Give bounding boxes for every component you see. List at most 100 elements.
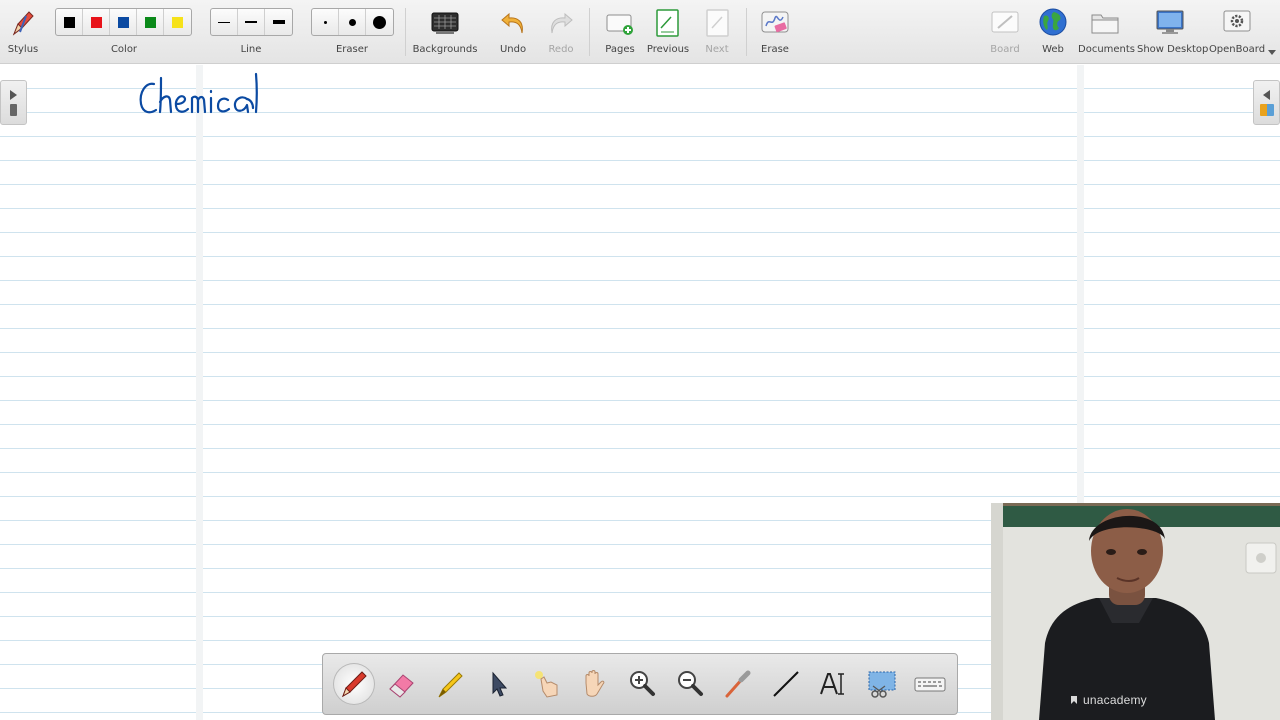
folder-icon [1091,14,1119,34]
board-margin-line [196,65,203,720]
erase-board-icon [761,11,789,33]
shirt-logo-text: unacademy [1083,693,1147,707]
previous-label: Previous [646,44,690,55]
capture-tool-button[interactable] [861,663,903,705]
next-page-icon [706,9,729,37]
keyboard-tool-button[interactable] [909,663,951,705]
board-label: Board [990,44,1020,55]
board-button[interactable]: Board [984,0,1026,64]
presenter-video-feed [991,503,1280,720]
pen-icon [342,671,367,698]
previous-button[interactable]: Previous [646,0,690,64]
page-thumbnails-icon [10,103,17,116]
line-group: Line [209,0,293,64]
openboard-menu-button[interactable]: OpenBoard [1208,0,1266,64]
library-icon [1259,103,1274,116]
color-yellow-button[interactable] [164,9,191,35]
undo-arrow-icon [501,12,523,34]
previous-page-icon [656,9,679,37]
line-icon [773,671,799,697]
chevron-down-icon[interactable] [1268,50,1276,55]
redo-button[interactable]: Redo [540,0,582,64]
stylus-label: Stylus [7,44,39,55]
monitor-icon [1156,10,1184,34]
select-tool-button[interactable] [477,663,519,705]
color-red-button[interactable] [83,9,110,35]
stylus-button[interactable]: Stylus [2,0,44,64]
web-button[interactable]: Web [1032,0,1074,64]
add-page-icon [606,14,633,35]
handwritten-ink-chemical[interactable] [136,70,276,118]
pen-tool-button[interactable] [333,663,375,705]
color-swatches [55,8,192,36]
hand-tool-button[interactable] [573,663,615,705]
laser-pointer-icon [725,670,751,698]
next-button[interactable]: Next [696,0,738,64]
laser-pointer-tool-button[interactable] [717,663,759,705]
text-icon [820,673,844,695]
toolbar-separator [589,8,590,56]
web-label: Web [1042,44,1064,55]
color-black-button[interactable] [56,9,83,35]
pages-button[interactable]: Pages [598,0,642,64]
right-sidebar-toggle[interactable] [1253,80,1280,125]
zoom-out-tool-button[interactable] [669,663,711,705]
line-tool-button[interactable] [765,663,807,705]
line-thin-button[interactable] [211,9,238,35]
line-thick-button[interactable] [265,9,292,35]
globe-icon [1039,8,1067,36]
color-label: Color [110,44,138,55]
eraser-large-button[interactable] [366,9,393,35]
toolbar-separator [746,8,747,56]
undo-button[interactable]: Undo [492,0,534,64]
chevron-left-icon [1263,89,1270,100]
hand-icon [585,670,605,697]
capture-icon [868,671,896,698]
tool-palette [322,653,958,715]
pages-label: Pages [605,44,635,55]
documents-label: Documents [1078,44,1136,55]
openboard-label: OpenBoard [1208,44,1266,55]
board-icon [991,11,1019,33]
left-sidebar-toggle[interactable] [0,80,27,125]
erase-button[interactable]: Erase [754,0,796,64]
line-label: Line [240,44,262,55]
toolbar-separator [405,8,406,56]
highlighter-tool-button[interactable] [429,663,471,705]
eraser-tool-button[interactable] [381,663,423,705]
backgrounds-grid-icon [431,12,459,34]
chevron-right-icon [10,89,17,100]
show-desktop-label: Show Desktop [1137,44,1209,55]
erase-label: Erase [761,44,789,55]
show-desktop-button[interactable]: Show Desktop [1137,0,1209,64]
eraser-label: Eraser [335,44,369,55]
line-width-options [210,8,293,36]
eraser-icon [389,674,414,698]
stylus-pen-icon [12,11,34,36]
documents-button[interactable]: Documents [1078,0,1136,64]
eraser-size-options [311,8,394,36]
redo-label: Redo [548,44,574,55]
color-group: Color [54,0,194,64]
zoom-out-icon [678,671,703,696]
undo-label: Undo [499,44,527,55]
line-medium-button[interactable] [238,9,265,35]
next-label: Next [705,44,729,55]
highlighter-icon [438,672,463,698]
eraser-small-button[interactable] [312,9,339,35]
laser-hand-icon [535,671,558,698]
pointer-arrow-icon [492,671,508,697]
top-toolbar: Stylus Color Line Eraser Backgrounds Und… [0,0,1280,64]
color-green-button[interactable] [137,9,164,35]
interact-tool-button[interactable] [525,663,567,705]
zoom-in-tool-button[interactable] [621,663,663,705]
eraser-medium-button[interactable] [339,9,366,35]
backgrounds-button[interactable]: Backgrounds [412,0,478,64]
text-tool-button[interactable] [813,663,855,705]
webcam-video-overlay: unacademy [991,503,1280,720]
redo-arrow-icon [551,12,573,34]
gear-icon [1223,10,1251,32]
keyboard-icon [914,677,946,692]
color-blue-button[interactable] [110,9,137,35]
backgrounds-label: Backgrounds [412,44,478,55]
